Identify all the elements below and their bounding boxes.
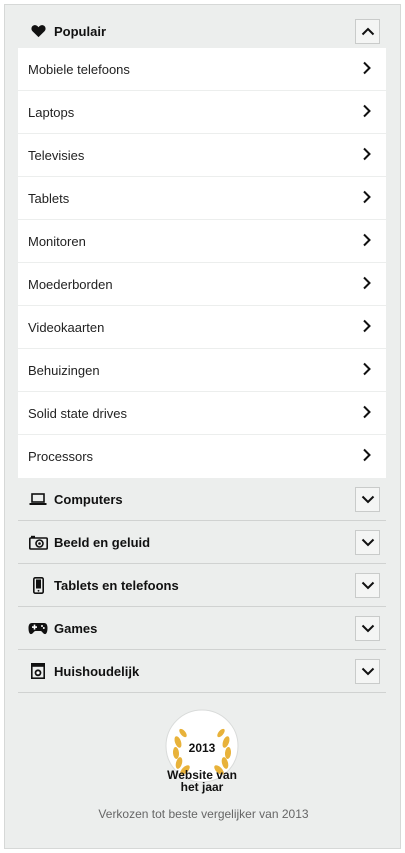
section-title: Huishoudelijk xyxy=(54,663,140,679)
popular-list-item[interactable]: Laptops xyxy=(18,91,386,134)
camera-icon xyxy=(28,532,48,552)
popular-list: Mobiele telefoons Laptops Televisies Tablet… xyxy=(18,48,386,478)
phone-icon xyxy=(28,575,48,595)
category-menu-panel: Populair Mobiele telefoons Laptops Televis… xyxy=(4,4,401,849)
expand-button[interactable] xyxy=(355,530,380,555)
chevron-right-icon xyxy=(362,61,372,78)
list-item-label: Tablets xyxy=(28,190,70,206)
section-title: Games xyxy=(54,620,98,636)
list-item-label: Televisies xyxy=(28,147,85,163)
award-caption: Verkozen tot beste vergelijker van 2013 xyxy=(98,807,309,821)
expand-button[interactable] xyxy=(355,616,380,641)
popular-list-item[interactable]: Videokaarten xyxy=(18,306,386,349)
chevron-right-icon xyxy=(363,405,371,418)
chevron-right-icon xyxy=(362,405,372,422)
chevron-right-icon xyxy=(362,190,372,207)
section-title: Tablets en telefoons xyxy=(54,577,179,593)
washing-machine-icon xyxy=(28,661,48,681)
chevron-right-icon xyxy=(362,319,372,336)
popular-list-item[interactable]: Processors xyxy=(18,435,386,478)
expand-button[interactable] xyxy=(355,659,380,684)
chevron-right-icon xyxy=(363,362,371,375)
chevron-right-icon xyxy=(363,319,371,332)
list-item-label: Processors xyxy=(28,449,94,464)
chevron-down-icon xyxy=(361,667,374,676)
section-title-popular: Populair xyxy=(54,23,107,39)
list-item-label: Behuizingen xyxy=(28,362,100,378)
section-header-beeld-en-geluid[interactable]: Beeld en geluid xyxy=(18,521,386,564)
expand-button[interactable] xyxy=(355,487,380,512)
heart-icon xyxy=(28,21,48,41)
chevron-down-icon xyxy=(361,495,374,504)
chevron-right-icon xyxy=(362,104,372,121)
chevron-right-icon xyxy=(362,362,372,379)
collapse-button-popular[interactable] xyxy=(355,19,380,44)
award-year: 2013 xyxy=(189,741,216,755)
chevron-right-icon xyxy=(363,190,371,203)
popular-list-item[interactable]: Solid state drives xyxy=(18,392,386,435)
popular-list-item[interactable]: Behuizingen xyxy=(18,349,386,392)
section-header-huishoudelijk[interactable]: Huishoudelijk xyxy=(18,650,386,693)
popular-list-item[interactable]: Televisies xyxy=(18,134,386,177)
list-item-label: Monitoren xyxy=(28,233,86,249)
section-header-games[interactable]: Games xyxy=(18,607,386,650)
chevron-down-icon xyxy=(361,538,374,547)
section-title: Computers xyxy=(54,491,123,507)
chevron-right-icon xyxy=(363,147,371,160)
popular-list-item[interactable]: Moederborden xyxy=(18,263,386,306)
section-header-popular[interactable]: Populair xyxy=(18,10,386,53)
gamepad-icon xyxy=(28,618,48,638)
popular-list-item[interactable]: Mobiele telefoons xyxy=(18,48,386,91)
chevron-right-icon xyxy=(363,61,371,74)
popular-list-item[interactable]: Monitoren xyxy=(18,220,386,263)
list-item-label: Videokaarten xyxy=(28,319,105,335)
chevron-right-icon xyxy=(362,233,372,250)
chevron-right-icon xyxy=(362,276,372,293)
chevron-up-icon xyxy=(361,27,374,36)
list-item-label: Mobiele telefoons xyxy=(28,61,130,77)
chevron-down-icon xyxy=(361,581,374,590)
section-header-tablets-en-telefoons[interactable]: Tablets en telefoons xyxy=(18,564,386,607)
popular-list-item[interactable]: Tablets xyxy=(18,177,386,220)
award-title: Website van het jaar xyxy=(167,768,237,794)
chevron-right-icon xyxy=(363,104,371,117)
chevron-right-icon xyxy=(363,448,371,462)
list-item-label: Moederborden xyxy=(28,276,113,292)
section-title: Beeld en geluid xyxy=(54,534,151,550)
chevron-right-icon xyxy=(362,448,372,465)
laptop-icon xyxy=(28,489,48,509)
chevron-right-icon xyxy=(363,276,371,289)
chevron-right-icon xyxy=(363,233,371,246)
chevron-down-icon xyxy=(361,624,374,633)
expand-button[interactable] xyxy=(355,573,380,598)
section-header-computers[interactable]: Computers xyxy=(18,478,386,521)
list-item-label: Laptops xyxy=(28,104,75,120)
chevron-right-icon xyxy=(362,147,372,164)
list-item-label: Solid state drives xyxy=(28,405,127,421)
